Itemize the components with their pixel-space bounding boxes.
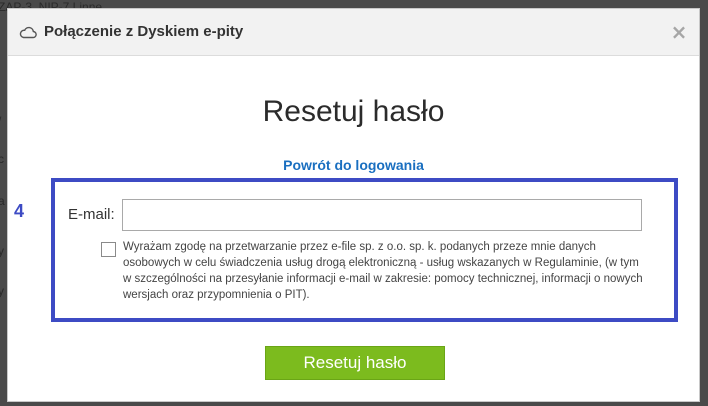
- reset-password-button[interactable]: Resetuj hasło: [265, 346, 445, 380]
- email-label: E-mail:: [68, 206, 115, 223]
- background-text: /: [0, 114, 1, 128]
- background-text: a: [0, 194, 5, 208]
- dialog-title: Połączenie z Dyskiem e-pity: [44, 23, 244, 40]
- back-to-login-link[interactable]: Powrót do logowania: [8, 157, 699, 173]
- email-input[interactable]: [122, 199, 642, 231]
- background-text: y: [0, 244, 4, 258]
- consent-text: Wyrażam zgodę na przetwarzanie przez e-f…: [123, 241, 643, 301]
- reset-password-dialog: Połączenie z Dyskiem e-pity × Resetuj ha…: [7, 8, 700, 402]
- dialog-header: Połączenie z Dyskiem e-pity ×: [8, 9, 699, 56]
- page-title: Resetuj hasło: [262, 95, 445, 128]
- background-text: y: [0, 284, 4, 298]
- background-text: c: [0, 152, 4, 166]
- consent-checkbox[interactable]: [101, 242, 116, 257]
- step-marker: 4: [14, 201, 25, 221]
- cloud-icon: [19, 26, 37, 39]
- close-button[interactable]: ×: [670, 22, 688, 42]
